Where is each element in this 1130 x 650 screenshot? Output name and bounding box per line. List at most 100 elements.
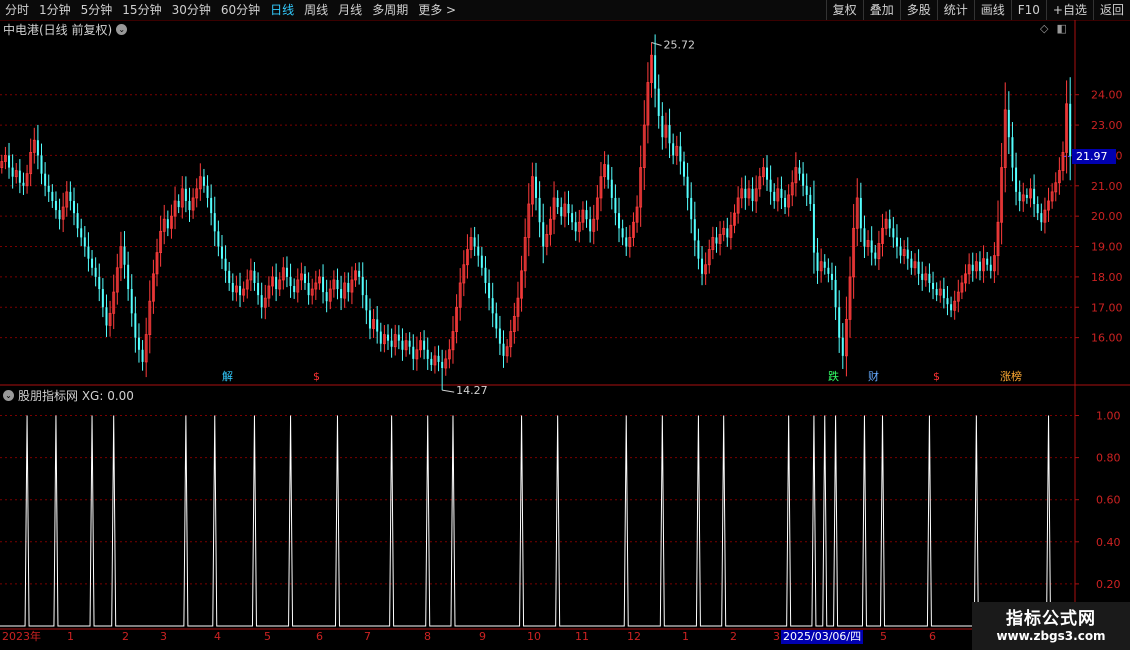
candle-body [812, 204, 815, 253]
candle-body [58, 210, 61, 220]
indicator-axis-label: 1.00 [1096, 410, 1121, 423]
candle-body [610, 179, 613, 198]
candle-body [217, 231, 220, 247]
menu-item-2[interactable]: 多股 [899, 0, 937, 20]
candle-body [441, 361, 444, 368]
event-marker-0[interactable]: 解 [222, 371, 233, 383]
date-axis-label: 5 [880, 630, 887, 643]
event-marker-2[interactable]: 跌 [828, 371, 839, 383]
tab-period-5[interactable]: 60分钟 [216, 0, 265, 20]
candle-body [1015, 167, 1018, 192]
candle-body [228, 270, 231, 283]
date-axis-label: 5 [264, 630, 271, 643]
tab-period-4[interactable]: 30分钟 [167, 0, 216, 20]
candle-body [921, 273, 924, 280]
xg-signal-line [0, 415, 1072, 627]
candle-body [325, 292, 328, 302]
candle-body [376, 319, 379, 332]
candle-body [340, 289, 343, 299]
candle-body [368, 310, 371, 329]
candle-body [538, 197, 541, 223]
candle-body [769, 179, 772, 192]
candle-body [502, 343, 505, 356]
candle-body [693, 219, 696, 241]
candle-body [928, 273, 931, 283]
tab-period-10[interactable]: 更多 > [413, 0, 461, 20]
candle-body [859, 197, 862, 229]
candle-body [488, 282, 491, 299]
candle-body [40, 155, 43, 174]
candle-body [83, 237, 86, 247]
candle-body [888, 219, 891, 229]
menu-item-7[interactable]: 返回 [1092, 0, 1130, 20]
date-axis-label: 8 [424, 630, 431, 643]
menu-item-6[interactable]: +自选 [1045, 0, 1093, 20]
candle-body [361, 276, 364, 296]
menu-item-5[interactable]: F10 [1010, 0, 1046, 20]
candle-body [715, 237, 718, 244]
date-axis-label: 2023年 [2, 630, 41, 643]
tab-period-9[interactable]: 多周期 [367, 0, 413, 20]
candle-body [946, 298, 949, 305]
candle-body [621, 228, 624, 238]
candle-body [495, 313, 498, 329]
candle-body [874, 252, 877, 259]
candle-body [224, 258, 227, 271]
candle-body [430, 358, 433, 365]
candle-body [870, 240, 873, 253]
candle-body [1007, 109, 1010, 138]
tab-period-8[interactable]: 月线 [333, 0, 367, 20]
candle-body [188, 200, 191, 211]
event-marker-3[interactable]: 财 [868, 371, 879, 383]
date-axis-label: 1 [67, 630, 74, 643]
chevron-down-icon[interactable]: ⌄ [3, 390, 14, 401]
candle-body [210, 197, 213, 214]
event-marker-5[interactable]: 涨榜 [1000, 371, 1022, 383]
event-marker-1[interactable]: $ [313, 371, 320, 383]
date-axis-label: 3 [773, 630, 780, 643]
candle-body [1018, 191, 1021, 201]
candle-body [177, 200, 180, 208]
candle-body [830, 273, 833, 280]
tab-period-2[interactable]: 5分钟 [76, 0, 118, 20]
candle-body [22, 182, 25, 186]
candle-body [80, 228, 83, 238]
tab-period-3[interactable]: 15分钟 [117, 0, 166, 20]
candle-body [423, 340, 426, 350]
candle-body [477, 246, 480, 256]
candle-body [809, 194, 812, 205]
candle-body [94, 267, 97, 277]
candle-body [137, 337, 140, 350]
tab-period-7[interactable]: 周线 [299, 0, 333, 20]
candle-body [910, 258, 913, 268]
candle-body [408, 340, 411, 347]
menu-item-0[interactable]: 复权 [825, 0, 863, 20]
low-price-pointer [442, 389, 455, 393]
candle-body [585, 210, 588, 220]
tab-period-1[interactable]: 1分钟 [34, 0, 76, 20]
price-axis-label: 18.00 [1091, 271, 1123, 284]
candle-body [567, 204, 570, 214]
tab-period-6[interactable]: 日线 [265, 0, 299, 20]
candle-body [1069, 103, 1072, 157]
candle-body [917, 261, 920, 274]
price-axis-label: 17.00 [1091, 301, 1123, 314]
candle-body [766, 167, 769, 180]
candle-body [816, 252, 819, 271]
candle-body [289, 276, 292, 287]
menu-item-1[interactable]: 叠加 [862, 0, 900, 20]
candle-body [130, 289, 133, 314]
candle-body [978, 261, 981, 271]
candle-body [571, 213, 574, 223]
kline-chart[interactable]: 24.0023.0022.0021.0020.0019.0018.0017.00… [0, 20, 1130, 630]
tab-period-0[interactable]: 分时 [0, 0, 34, 20]
menu-item-3[interactable]: 统计 [936, 0, 974, 20]
candle-body [834, 279, 837, 308]
candle-body [134, 313, 137, 338]
menu-item-4[interactable]: 画线 [973, 0, 1011, 20]
candle-body [358, 270, 361, 277]
candle-body [87, 246, 90, 259]
candle-body [625, 237, 628, 247]
candle-body [589, 219, 592, 232]
event-marker-4[interactable]: $ [933, 371, 940, 383]
